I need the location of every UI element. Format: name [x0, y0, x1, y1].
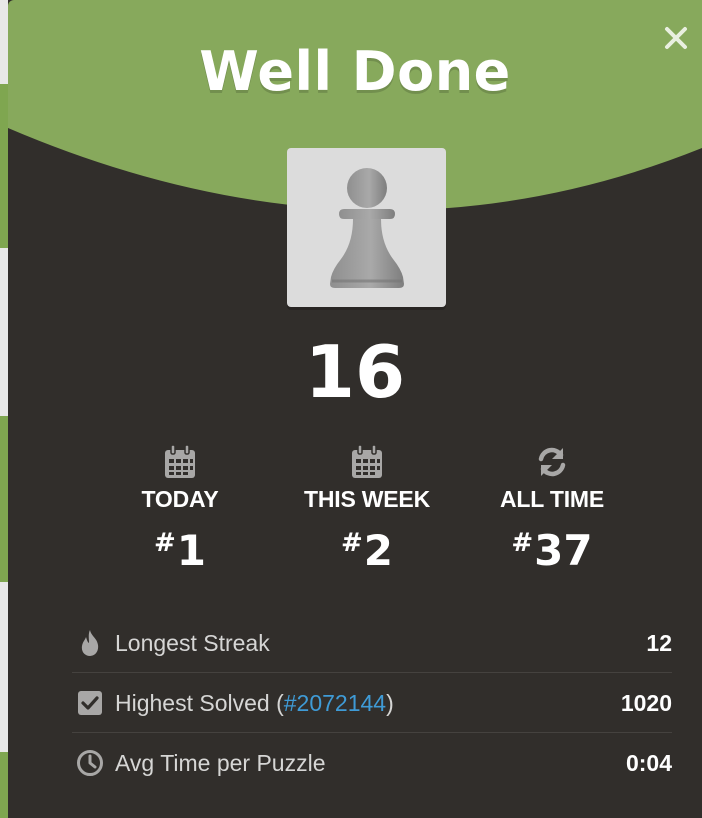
puzzle-result-modal: Well Done 16 TODAY #1 THIS WEEK #2 ALL T… — [8, 0, 702, 818]
rank-number: 1 — [176, 526, 207, 575]
checkbox-icon — [78, 691, 102, 715]
calendar-icon — [352, 444, 382, 478]
flame-icon — [81, 630, 99, 656]
board-square — [0, 416, 8, 582]
background-board-edge — [0, 0, 8, 818]
rank-all-time-value: #37 — [452, 519, 652, 575]
stat-label: Longest Streak — [115, 630, 270, 656]
stat-label: Highest Solved (#2072144) — [115, 690, 394, 717]
board-square — [0, 752, 8, 818]
stat-highest-solved: Highest Solved (#2072144) 1020 — [72, 673, 672, 733]
rank-today: TODAY #1 — [80, 444, 280, 575]
rank-this-week: THIS WEEK #2 — [267, 444, 467, 575]
puzzle-score: 16 — [304, 330, 406, 414]
stat-value: 1020 — [620, 690, 672, 716]
puzzle-link[interactable]: #2072144 — [284, 690, 386, 716]
stat-label: Avg Time per Puzzle — [115, 750, 326, 776]
rank-hash: # — [340, 528, 363, 558]
stat-value: 0:04 — [625, 750, 672, 776]
pawn-icon — [330, 168, 404, 288]
stat-longest-streak: Longest Streak 12 — [72, 613, 672, 673]
rank-this-week-label: THIS WEEK — [304, 486, 430, 512]
rank-today-value: #1 — [80, 519, 280, 575]
refresh-icon — [538, 447, 566, 477]
rank-all-time-label: ALL TIME — [499, 486, 605, 512]
rank-number: 37 — [534, 526, 593, 575]
rank-this-week-value: #2 — [267, 519, 467, 575]
stat-label-prefix: Highest Solved ( — [115, 690, 284, 716]
rank-hash: # — [153, 528, 176, 558]
stat-label-suffix: ) — [386, 690, 394, 716]
rank-number: 2 — [363, 526, 394, 575]
stat-value: 12 — [646, 630, 672, 656]
board-square — [0, 84, 8, 248]
modal-title: Well Done — [199, 40, 511, 103]
stat-avg-time: Avg Time per Puzzle 0:04 — [72, 733, 672, 793]
rank-today-label: TODAY — [141, 486, 219, 512]
stats-list: Longest Streak 12 Highest Solved (#20721… — [72, 613, 672, 793]
clock-icon — [77, 750, 103, 776]
piece-card — [287, 148, 446, 307]
rank-all-time: ALL TIME #37 — [452, 444, 652, 575]
calendar-icon — [165, 444, 195, 478]
rank-hash: # — [511, 528, 534, 558]
